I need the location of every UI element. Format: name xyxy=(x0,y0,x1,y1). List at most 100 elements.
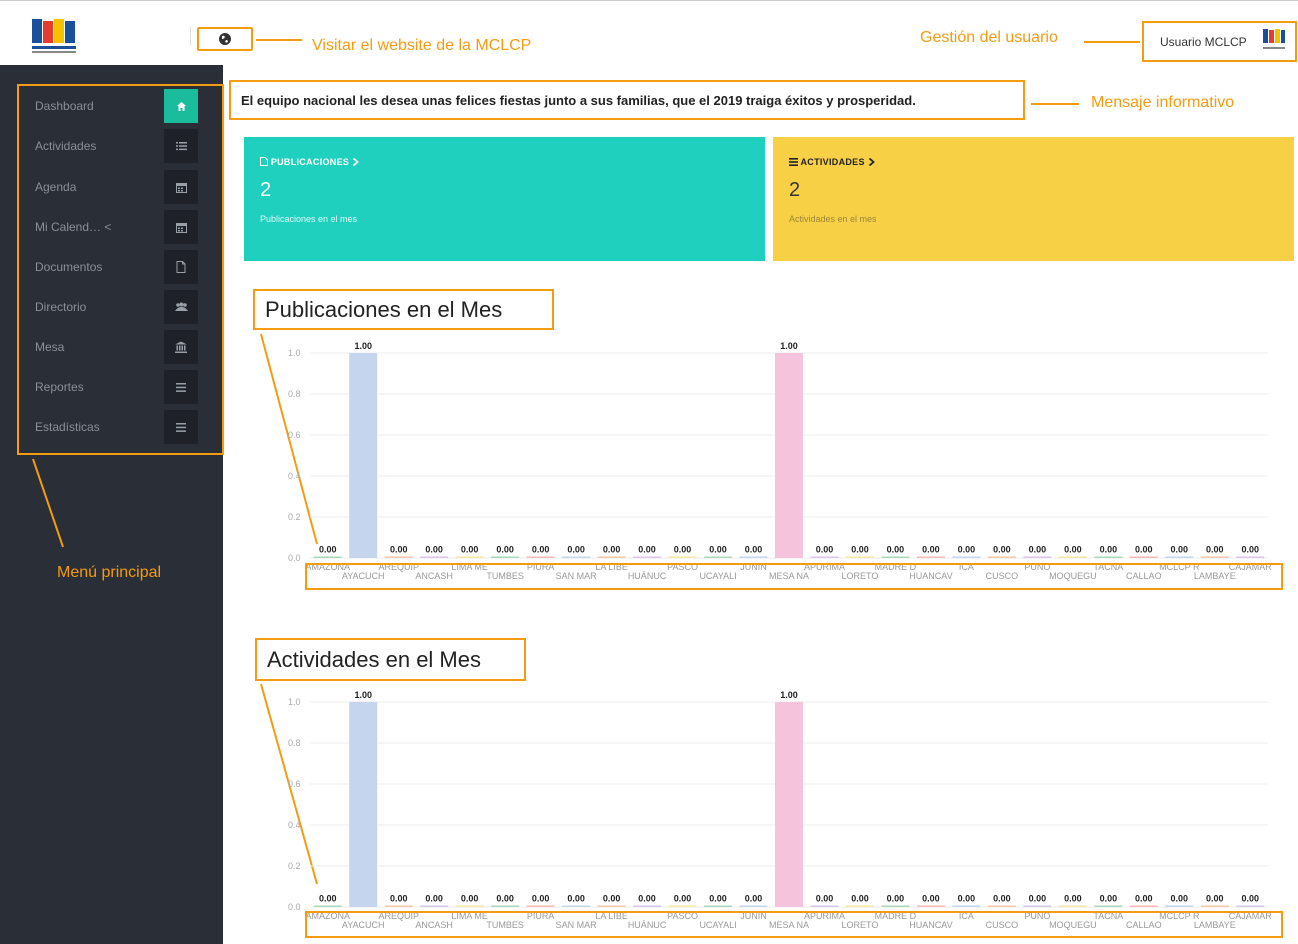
bar xyxy=(845,556,874,558)
data-label: 0.00 xyxy=(461,545,479,555)
card-value: 2 xyxy=(789,179,801,201)
bar xyxy=(1129,556,1158,558)
bar xyxy=(668,556,697,558)
card-title: PUBLICACIONES xyxy=(260,157,749,167)
sidebar-item-mi-calendario[interactable]: Mi Calend… < xyxy=(35,210,205,244)
data-label: 0.00 xyxy=(390,545,408,555)
publicaciones-card[interactable]: PUBLICACIONES 2 Publicaciones en el mes xyxy=(244,137,765,261)
institution-icon xyxy=(164,330,198,364)
bar xyxy=(1023,556,1052,558)
document-icon xyxy=(164,250,198,284)
chevron-right-icon xyxy=(352,157,359,167)
calendar-icon xyxy=(164,210,198,244)
top-separator xyxy=(190,27,191,45)
data-label: 0.00 xyxy=(496,545,514,555)
menu-annotation-arrow xyxy=(32,458,64,548)
card-title: ACTIVIDADES xyxy=(789,157,1278,167)
bar xyxy=(952,556,981,558)
bar xyxy=(1165,905,1194,907)
visit-website-button[interactable] xyxy=(197,27,253,51)
chevron-right-icon xyxy=(868,157,875,167)
bar xyxy=(1023,905,1052,907)
y-tick-label: 0.2 xyxy=(288,861,301,871)
message-annotation: Mensaje informativo xyxy=(1091,94,1235,111)
data-label: 1.00 xyxy=(780,341,798,351)
globe-icon xyxy=(219,33,231,45)
data-label: 0.00 xyxy=(1135,894,1153,904)
bar xyxy=(668,905,697,907)
data-label: 0.00 xyxy=(461,894,479,904)
data-label: 0.00 xyxy=(887,545,905,555)
bar xyxy=(349,353,378,558)
data-label: 0.00 xyxy=(922,545,940,555)
data-label: 0.00 xyxy=(638,894,656,904)
y-tick-label: 0.0 xyxy=(288,902,301,912)
sidebar-item-dashboard[interactable]: Dashboard xyxy=(35,89,205,123)
data-label: 0.00 xyxy=(674,894,692,904)
sidebar-item-mesa[interactable]: Mesa xyxy=(35,330,205,364)
sidebar-item-reportes[interactable]: Reportes xyxy=(35,370,205,404)
mclcp-logo[interactable] xyxy=(28,17,80,57)
bar xyxy=(1129,905,1158,907)
data-label: 0.00 xyxy=(603,894,621,904)
data-label: 0.00 xyxy=(993,545,1011,555)
bar xyxy=(881,905,910,907)
users-icon xyxy=(164,290,198,324)
data-label: 0.00 xyxy=(1241,545,1259,555)
data-label: 0.00 xyxy=(1064,894,1082,904)
bar xyxy=(916,905,945,907)
message-annotation-arrow xyxy=(1031,103,1079,105)
bar xyxy=(562,905,591,907)
bar xyxy=(455,905,484,907)
data-label: 0.00 xyxy=(1100,545,1118,555)
list-icon xyxy=(164,129,198,163)
menu-icon xyxy=(164,410,198,444)
bar xyxy=(1236,556,1265,558)
data-label: 0.00 xyxy=(709,894,727,904)
sidebar-item-estadisticas[interactable]: Estadísticas xyxy=(35,410,205,444)
bar xyxy=(526,905,555,907)
data-label: 0.00 xyxy=(1029,894,1047,904)
data-label: 0.00 xyxy=(1064,545,1082,555)
data-label: 0.00 xyxy=(1171,545,1189,555)
card-value: 2 xyxy=(260,179,272,201)
menu-annotation: Menú principal xyxy=(57,564,162,581)
data-label: 0.00 xyxy=(922,894,940,904)
bar xyxy=(597,556,626,558)
bar xyxy=(562,556,591,558)
bar xyxy=(1200,556,1229,558)
sidebar-item-agenda[interactable]: Agenda xyxy=(35,170,205,204)
bar xyxy=(420,556,449,558)
menu-icon xyxy=(164,370,198,404)
user-menu-button[interactable]: Usuario MCLCP xyxy=(1142,21,1297,62)
info-message: El equipo nacional les desea unas felice… xyxy=(229,80,1025,120)
data-label: 0.00 xyxy=(1171,894,1189,904)
data-label: 0.00 xyxy=(390,894,408,904)
data-label: 0.00 xyxy=(567,545,585,555)
data-label: 0.00 xyxy=(567,894,585,904)
sidebar-item-actividades[interactable]: Actividades xyxy=(35,129,205,163)
bar xyxy=(633,905,662,907)
data-label: 0.00 xyxy=(603,545,621,555)
bar xyxy=(739,905,768,907)
y-tick-label: 0.6 xyxy=(288,430,301,440)
bar xyxy=(1094,905,1123,907)
bar xyxy=(952,905,981,907)
bar xyxy=(1200,905,1229,907)
bar xyxy=(916,556,945,558)
bar xyxy=(633,556,662,558)
actividades-card[interactable]: ACTIVIDADES 2 Actividades en el mes xyxy=(773,137,1294,261)
data-label: 0.00 xyxy=(1135,545,1153,555)
chart-title: Publicaciones en el Mes xyxy=(253,289,554,330)
sidebar-item-directorio[interactable]: Directorio xyxy=(35,290,205,324)
data-label: 0.00 xyxy=(851,545,869,555)
data-label: 0.00 xyxy=(319,545,337,555)
bar xyxy=(881,556,910,558)
sidebar-item-documentos[interactable]: Documentos xyxy=(35,250,205,284)
y-tick-label: 0.4 xyxy=(288,820,301,830)
y-tick-label: 0.6 xyxy=(288,779,301,789)
bar xyxy=(313,556,342,558)
y-tick-label: 0.2 xyxy=(288,512,301,522)
bar xyxy=(775,353,803,558)
calendar-icon xyxy=(164,170,198,204)
